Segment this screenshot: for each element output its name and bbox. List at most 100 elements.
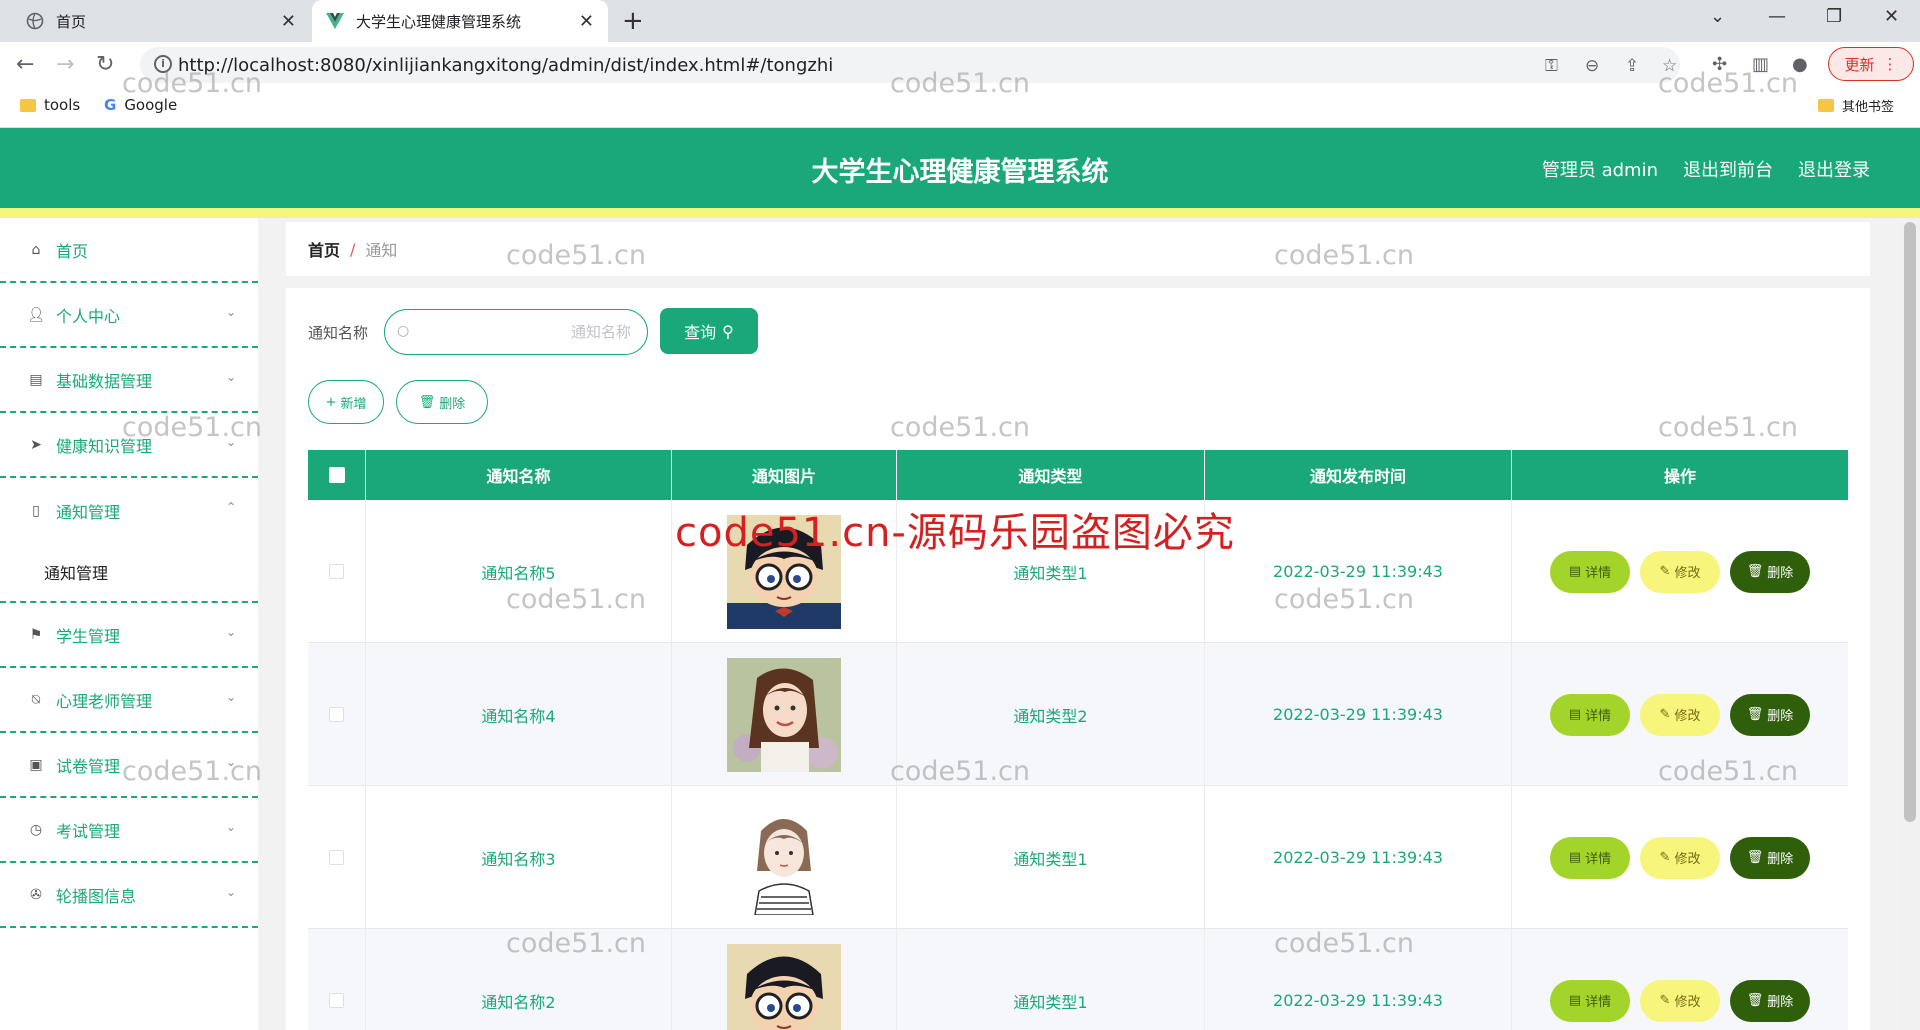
row-select-cell	[308, 929, 366, 1030]
select-all-checkbox[interactable]	[328, 467, 345, 483]
side-panel-icon[interactable]: ▥	[1752, 54, 1769, 75]
actions-cell: ▤ 详情 ✎ 修改 🗑︎ 删除	[1512, 500, 1848, 643]
logout-link[interactable]: 退出登录	[1798, 156, 1870, 182]
sidebar-item-exams[interactable]: ◷ 考试管理 ⌄	[0, 798, 258, 863]
edit-button[interactable]: ✎ 修改	[1640, 979, 1720, 1022]
notice-time-cell: 2022-03-29 11:39:43	[1205, 643, 1512, 786]
back-arrow-icon[interactable]: ←	[16, 52, 34, 77]
row-checkbox[interactable]	[329, 993, 344, 1008]
chevron-down-icon: ⌄	[225, 885, 236, 899]
chevron-down-icon: ⌄	[225, 690, 236, 704]
header-accent-strip	[0, 208, 1920, 218]
row-select-cell	[308, 786, 366, 929]
main-content: 首页 / 通知 通知名称 ○ 查询 ⚲ + 新增 🗑︎ 删除 通知名称 通知图片	[258, 218, 1900, 1030]
reload-icon[interactable]: ↻	[96, 52, 114, 77]
row-select-cell	[308, 500, 366, 643]
share-icon[interactable]: ⇪	[1625, 56, 1639, 76]
vue-logo-icon	[326, 12, 344, 30]
notice-thumbnail[interactable]	[727, 657, 841, 772]
edit-button[interactable]: ✎ 修改	[1640, 693, 1720, 736]
update-button[interactable]: 更新 ⋮	[1828, 47, 1914, 81]
notice-thumbnail[interactable]	[727, 800, 841, 915]
minimize-icon[interactable]: —	[1768, 6, 1786, 27]
sidebar-item-health-knowledge[interactable]: ➤ 健康知识管理 ⌄	[0, 413, 258, 478]
edit-label: 修改	[1674, 709, 1701, 724]
plus-icon: +	[325, 394, 337, 410]
detail-button[interactable]: ▤ 详情	[1550, 979, 1630, 1022]
zoom-icon[interactable]: ⊖	[1585, 56, 1599, 76]
new-tab-icon[interactable]: +	[622, 6, 644, 36]
detail-label: 详情	[1585, 852, 1612, 867]
browser-tab-home[interactable]: 首页 ✕	[10, 0, 310, 42]
other-bookmarks-label: 其他书签	[1842, 100, 1895, 115]
close-tab-icon[interactable]: ✕	[579, 11, 594, 32]
back-to-front-link[interactable]: 退出到前台	[1683, 156, 1773, 182]
sidebar-item-teachers[interactable]: ⍉ 心理老师管理 ⌄	[0, 668, 258, 733]
detail-button[interactable]: ▤ 详情	[1550, 550, 1630, 593]
delete-button[interactable]: 🗑︎ 删除	[1730, 979, 1810, 1022]
extensions-icon[interactable]: ✣	[1712, 54, 1727, 75]
bookmark-star-icon[interactable]: ☆	[1662, 56, 1677, 76]
query-button[interactable]: 查询 ⚲	[660, 308, 758, 354]
batch-delete-button[interactable]: 🗑︎ 删除	[396, 380, 488, 424]
sidebar-item-label: 个人中心	[56, 306, 121, 326]
edit-label: 修改	[1674, 852, 1701, 867]
edit-button[interactable]: ✎ 修改	[1640, 550, 1720, 593]
address-bar[interactable]: i http://localhost:8080/xinlijiankangxit…	[140, 47, 1680, 83]
list-panel: 通知名称 ○ 查询 ⚲ + 新增 🗑︎ 删除 通知名称 通知图片 通知类型 通知…	[286, 288, 1870, 1030]
sidebar-item-personal-center[interactable]: 👤︎ 个人中心 ⌄	[0, 283, 258, 348]
forward-arrow-icon[interactable]: →	[56, 52, 74, 77]
folder-icon	[20, 98, 36, 112]
sidebar-item-students[interactable]: ⚑ 学生管理 ⌄	[0, 603, 258, 668]
notice-image-cell	[672, 786, 897, 929]
page-scrollbar[interactable]	[1900, 218, 1920, 1030]
search-input[interactable]	[421, 318, 631, 346]
url-text[interactable]: http://localhost:8080/xinlijiankangxiton…	[178, 55, 833, 76]
browser-tab-bar: 首页 ✕ 大学生心理健康管理系统 ✕ + ⌄ — ❐ ✕	[0, 0, 1920, 42]
delete-button[interactable]: 🗑︎ 删除	[1730, 550, 1810, 593]
column-header: 通知发布时间	[1205, 450, 1512, 500]
close-tab-icon[interactable]: ✕	[281, 11, 296, 32]
delete-button[interactable]: 🗑︎ 删除	[1730, 836, 1810, 879]
profile-icon[interactable]: ●	[1792, 54, 1808, 75]
sidebar-item-carousel[interactable]: ✇ 轮播图信息 ⌄	[0, 863, 258, 928]
notice-type-cell: 通知类型1	[897, 786, 1205, 929]
tab-search-chevron-icon[interactable]: ⌄	[1710, 6, 1725, 27]
window-close-icon[interactable]: ✕	[1884, 6, 1899, 27]
search-field[interactable]: ○	[384, 309, 648, 355]
key-icon[interactable]: ⚿	[1545, 56, 1558, 76]
breadcrumb-home[interactable]: 首页	[308, 237, 340, 261]
delete-button[interactable]: 🗑︎ 删除	[1730, 693, 1810, 736]
bookmark-label: Google	[124, 96, 178, 114]
row-checkbox[interactable]	[329, 707, 344, 722]
notice-name-cell: 通知名称4	[366, 643, 672, 786]
submenu-label: 通知管理	[44, 564, 109, 583]
site-info-icon[interactable]: i	[154, 55, 172, 73]
browser-tab-active[interactable]: 大学生心理健康管理系统 ✕	[312, 0, 608, 42]
detail-button[interactable]: ▤ 详情	[1550, 836, 1630, 879]
notice-thumbnail[interactable]	[727, 514, 841, 629]
bookmark-tools[interactable]: tools	[20, 96, 80, 114]
other-bookmarks[interactable]: 其他书签	[1818, 96, 1894, 115]
submenu-notice-management[interactable]: 通知管理	[0, 543, 258, 603]
sidebar-item-label: 学生管理	[56, 626, 121, 646]
breadcrumb-current: 通知	[365, 241, 398, 260]
notice-thumbnail[interactable]	[727, 943, 841, 1030]
bell-off-icon: ⍉	[31, 691, 41, 708]
more-menu-icon: ⋮	[1882, 55, 1898, 73]
sidebar-item-base-data[interactable]: ▤ 基础数据管理 ⌄	[0, 348, 258, 413]
detail-button[interactable]: ▤ 详情	[1550, 693, 1630, 736]
scrollbar-thumb[interactable]	[1904, 222, 1916, 822]
edit-button[interactable]: ✎ 修改	[1640, 836, 1720, 879]
column-header: 通知类型	[897, 450, 1205, 500]
sidebar-item-notice[interactable]: ▯ 通知管理 ⌃	[0, 478, 258, 543]
bookmark-google[interactable]: G Google	[104, 96, 177, 114]
row-checkbox[interactable]	[329, 564, 344, 579]
sidebar-item-home[interactable]: ⌂ 首页	[0, 218, 258, 283]
restore-icon[interactable]: ❐	[1826, 6, 1842, 27]
sidebar-item-papers[interactable]: ▣ 试卷管理 ⌄	[0, 733, 258, 798]
add-button[interactable]: + 新增	[308, 380, 384, 424]
row-checkbox[interactable]	[329, 850, 344, 865]
breadcrumb-separator: /	[350, 239, 356, 259]
document-icon: ▤	[1568, 707, 1582, 722]
